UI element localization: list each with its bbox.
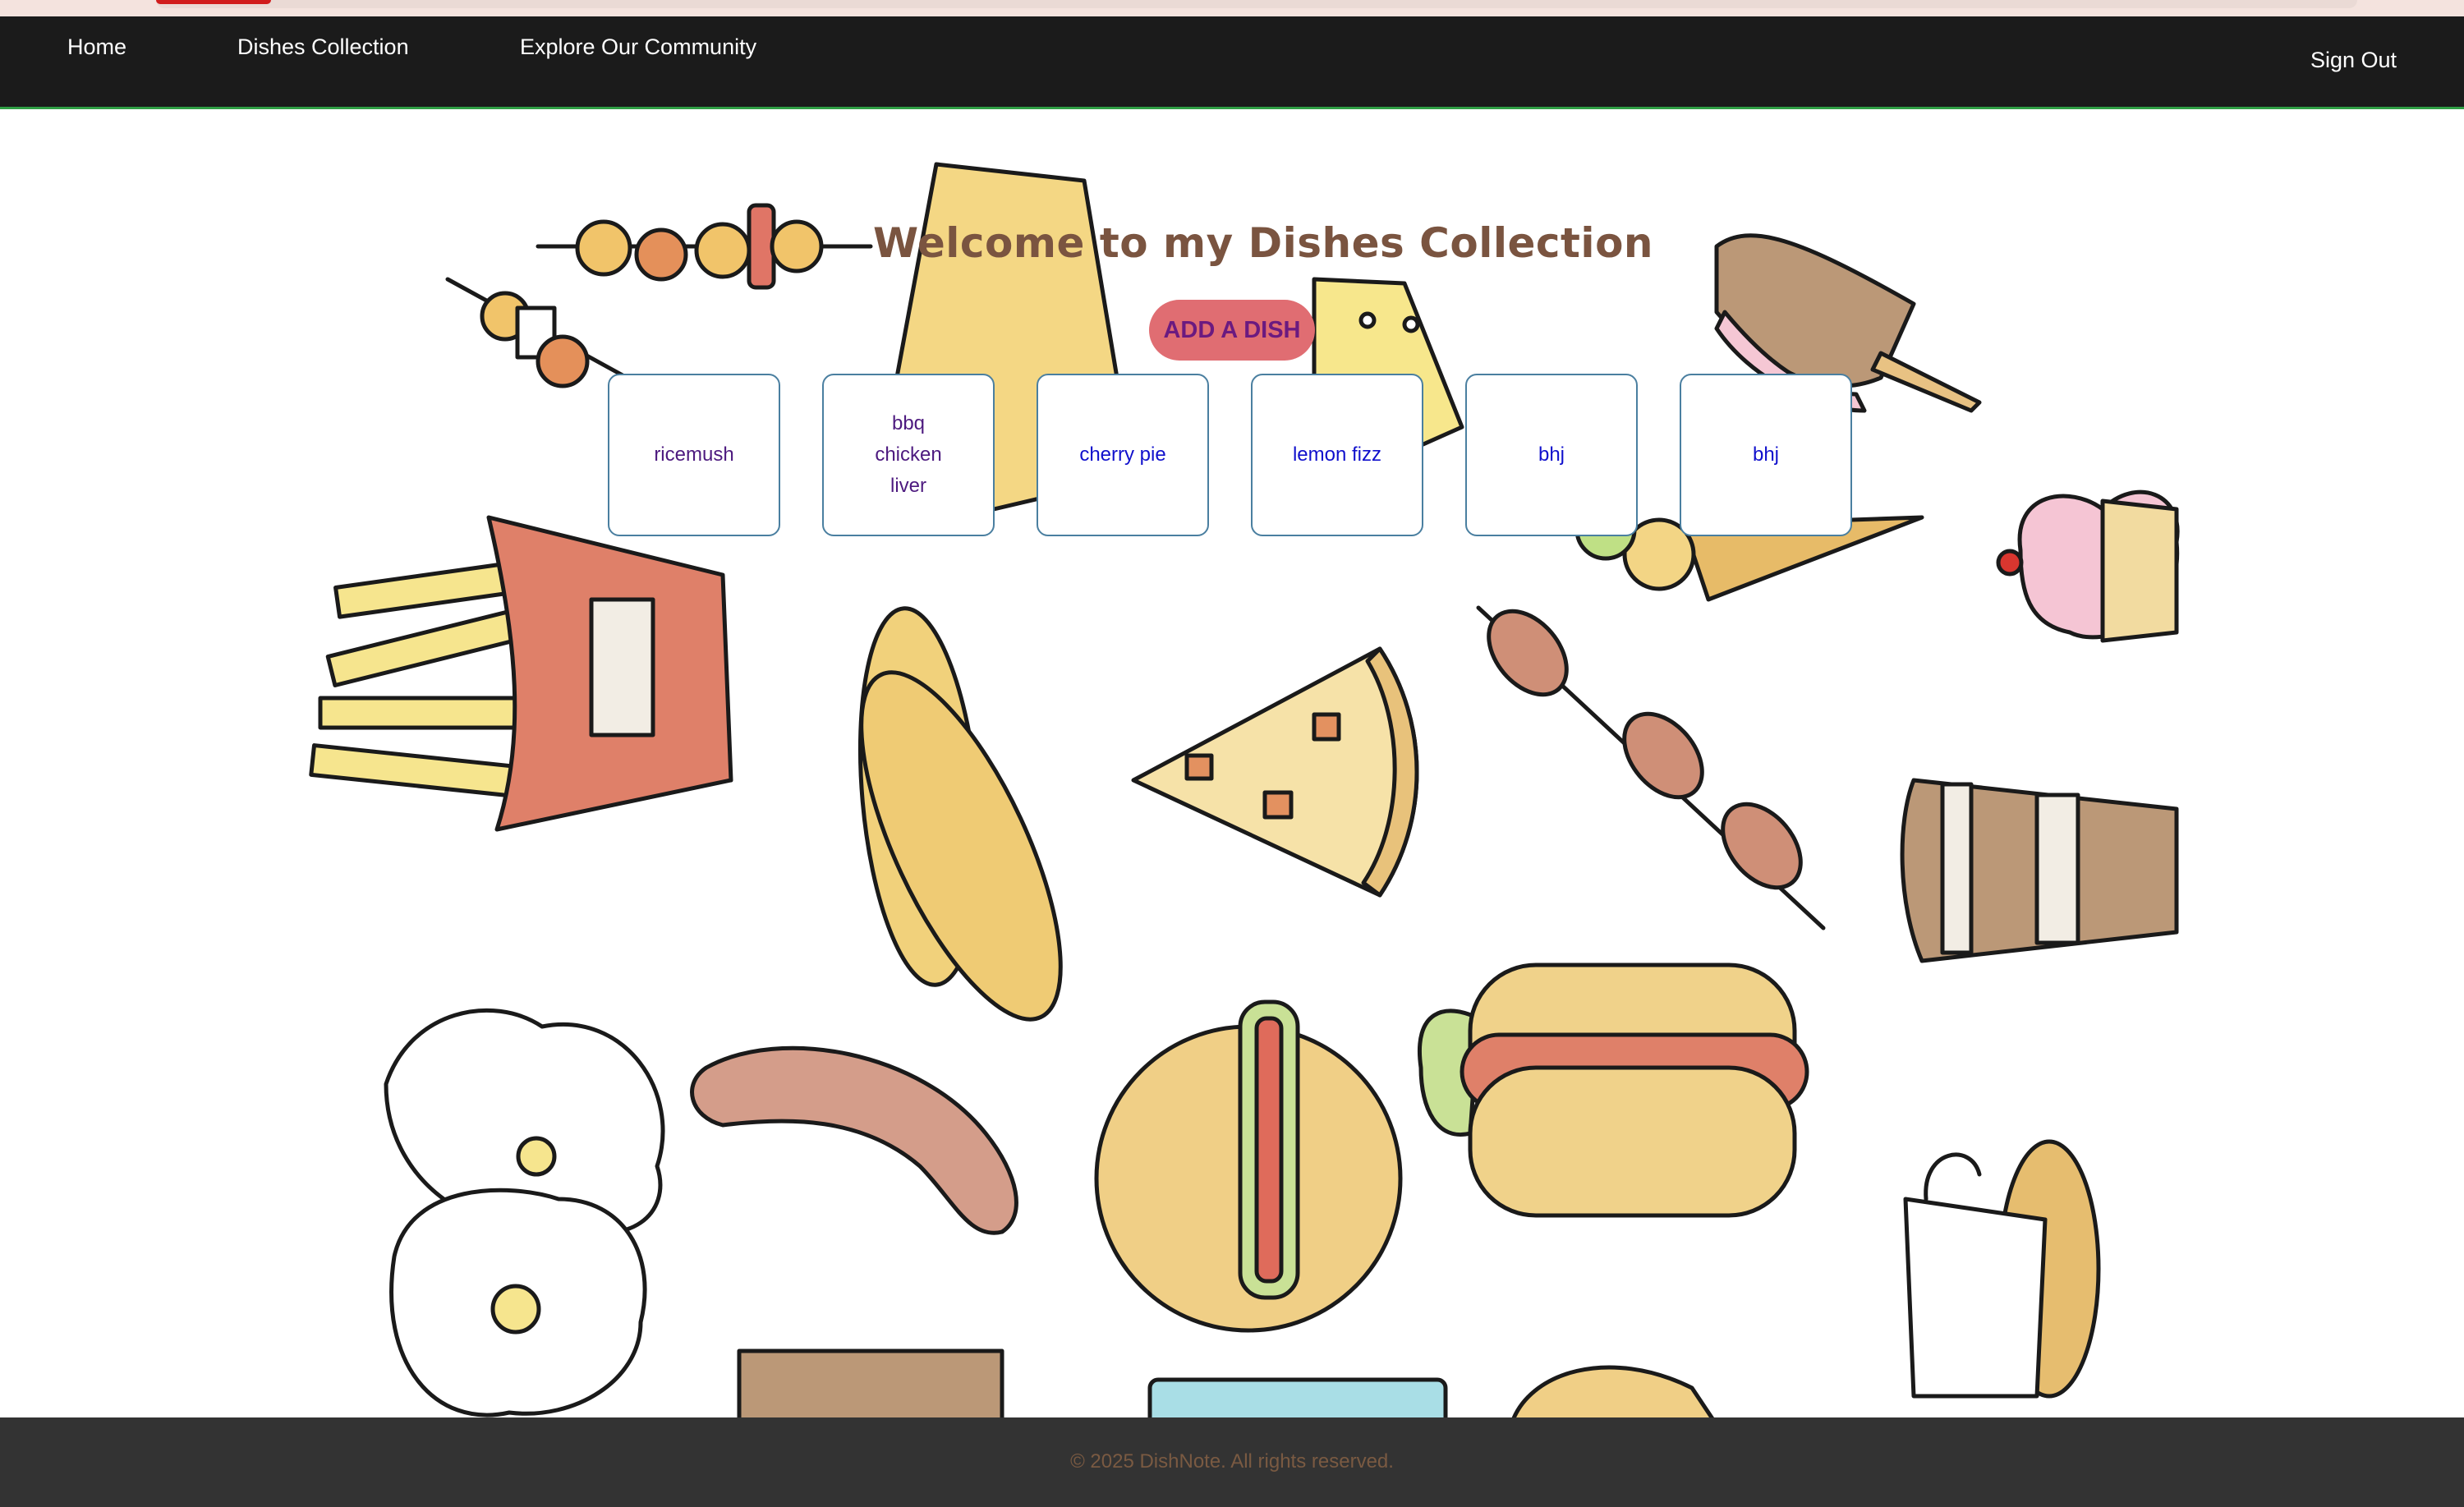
baguette-doodle [857, 606, 1063, 1022]
dish-card[interactable]: lemon fizz [1251, 374, 1423, 536]
dish-card-link[interactable]: bhj [1506, 439, 1597, 471]
cupcake-doodle [1996, 489, 2180, 643]
hotdog-doodle [1418, 963, 1809, 1218]
browser-tab-indicator [156, 0, 271, 4]
dish-card[interactable]: bbq chicken liver [822, 374, 995, 536]
dish-card-link[interactable]: bbq chicken liver [863, 408, 954, 502]
top-navbar: Home Dishes Collection Explore Our Commu… [0, 16, 2464, 109]
nav-link-home[interactable]: Home [67, 34, 126, 60]
sausage-skewer-doodle [1476, 605, 1826, 930]
page-title: Welcome to my Dishes Collection [873, 219, 1654, 267]
browser-address-bar[interactable] [156, 0, 2357, 8]
browser-chrome-strip [0, 0, 2464, 16]
bottom-doodles [737, 1348, 1715, 1417]
dish-card[interactable]: bhj [1680, 374, 1852, 536]
sausage-doodle [690, 1045, 1018, 1235]
dish-card[interactable]: bhj [1465, 374, 1638, 536]
dish-card-link[interactable]: ricemush [649, 439, 739, 471]
burger-doodle [1094, 999, 1403, 1333]
nav-link-dishes-collection[interactable]: Dishes Collection [237, 34, 409, 60]
skewer-doodle [445, 203, 873, 397]
page-footer: © 2025 DishNote. All rights reserved. [0, 1417, 2464, 1507]
sign-out-link[interactable]: Sign Out [2310, 48, 2397, 73]
dish-card[interactable]: ricemush [608, 374, 780, 536]
dish-card[interactable]: cherry pie [1037, 374, 1209, 536]
fries-doodle [309, 515, 733, 832]
dish-card-link[interactable]: bhj [1721, 439, 1811, 471]
dish-card-link[interactable]: cherry pie [1078, 439, 1168, 471]
copyright-text: © 2025 DishNote. All rights reserved. [1070, 1450, 1394, 1473]
main-content: Welcome to my Dishes Collection ADD A DI… [0, 109, 2464, 1417]
nav-link-explore-community[interactable]: Explore Our Community [520, 34, 756, 60]
teacup-doodle [1903, 1139, 2101, 1399]
eggs-doodle [384, 1008, 665, 1417]
add-dish-button[interactable]: ADD A DISH [1149, 300, 1315, 361]
dish-card-link[interactable]: lemon fizz [1292, 439, 1382, 471]
coffee-cup-doodle [1900, 778, 2179, 963]
pizza-doodle [1131, 646, 1419, 898]
